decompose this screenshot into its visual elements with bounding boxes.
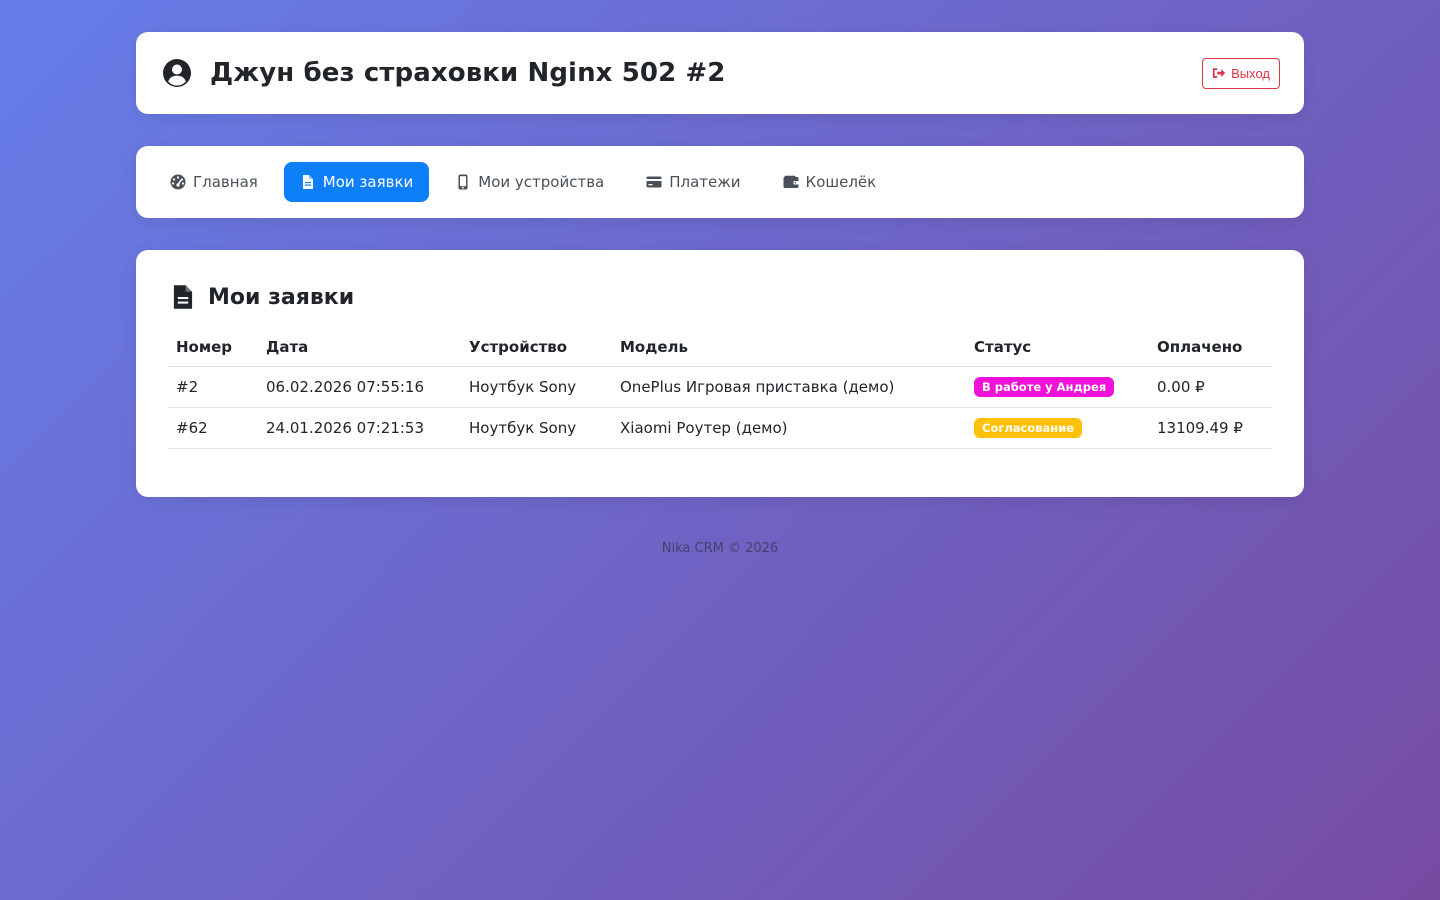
table-header-row: Номер Дата Устройство Модель Статус Опла… <box>168 338 1272 367</box>
column-header: Устройство <box>461 338 612 367</box>
orders-title: Мои заявки <box>208 284 355 310</box>
nav-item-label: Кошелёк <box>805 173 877 191</box>
nav-item-label: Главная <box>193 173 258 191</box>
nav-item-wallet[interactable]: Кошелёк <box>767 162 893 202</box>
credit-card-icon <box>646 176 662 188</box>
file-icon <box>173 285 193 309</box>
order-date: 24.01.2026 07:21:53 <box>258 407 461 449</box>
main-nav: Главная Мои заявки Мои устройства Платеж… <box>136 146 1304 218</box>
page-title: Джун без страховки Nginx 502 #2 <box>210 58 726 88</box>
nav-item-payments[interactable]: Платежи <box>630 162 756 202</box>
column-header: Оплачено <box>1149 338 1272 367</box>
status-badge: Согласование <box>974 418 1083 438</box>
column-header: Номер <box>168 338 258 367</box>
logout-label: Выход <box>1231 65 1270 81</box>
dashboard-icon <box>170 174 186 190</box>
nav-item-orders[interactable]: Мои заявки <box>283 162 430 202</box>
order-number: #62 <box>168 407 258 449</box>
footer: Nika CRM © 2026 <box>661 541 779 556</box>
nav-item-label: Платежи <box>669 173 741 191</box>
order-number: #2 <box>168 366 258 408</box>
page-container: Джун без страховки Nginx 502 #2 Выход Гл… <box>136 0 1304 556</box>
header-card: Джун без страховки Nginx 502 #2 Выход <box>136 32 1304 114</box>
order-status: В работе у Андрея <box>966 366 1149 408</box>
order-device: Ноутбук Sony <box>461 366 612 408</box>
logout-button[interactable]: Выход <box>1202 57 1280 89</box>
order-date: 06.02.2026 07:55:16 <box>258 366 461 408</box>
nav-item-label: Мои заявки <box>322 173 414 191</box>
column-header: Модель <box>612 338 966 367</box>
nav-item-label: Мои устройства <box>478 173 605 191</box>
table-row[interactable]: #62 24.01.2026 07:21:53 Ноутбук Sony Xia… <box>168 407 1272 449</box>
table-row[interactable]: #2 06.02.2026 07:55:16 Ноутбук Sony OneP… <box>168 366 1272 408</box>
order-paid: 13109.49 ₽ <box>1149 407 1272 449</box>
orders-table: Номер Дата Устройство Модель Статус Опла… <box>168 338 1272 449</box>
column-header: Статус <box>966 338 1149 367</box>
nav-item-home[interactable]: Главная <box>154 162 274 202</box>
order-model: Xiaomi Роутер (демо) <box>612 407 966 449</box>
order-device: Ноутбук Sony <box>461 407 612 449</box>
status-badge: В работе у Андрея <box>974 377 1115 397</box>
order-paid: 0.00 ₽ <box>1149 366 1272 408</box>
column-header: Дата <box>258 338 461 367</box>
sign-out-icon <box>1212 68 1226 78</box>
file-icon <box>302 175 313 189</box>
wallet-icon <box>783 175 799 188</box>
section-title: Мои заявки <box>168 284 1272 310</box>
orders-card: Мои заявки Номер Дата Устройство Модель … <box>136 250 1304 497</box>
mobile-icon <box>458 174 468 190</box>
header-left: Джун без страховки Nginx 502 #2 <box>162 58 726 88</box>
nav-item-devices[interactable]: Мои устройства <box>439 162 620 202</box>
user-circle-icon <box>162 58 192 88</box>
order-status: Согласование <box>966 407 1149 449</box>
order-model: OnePlus Игровая приставка (демо) <box>612 366 966 408</box>
